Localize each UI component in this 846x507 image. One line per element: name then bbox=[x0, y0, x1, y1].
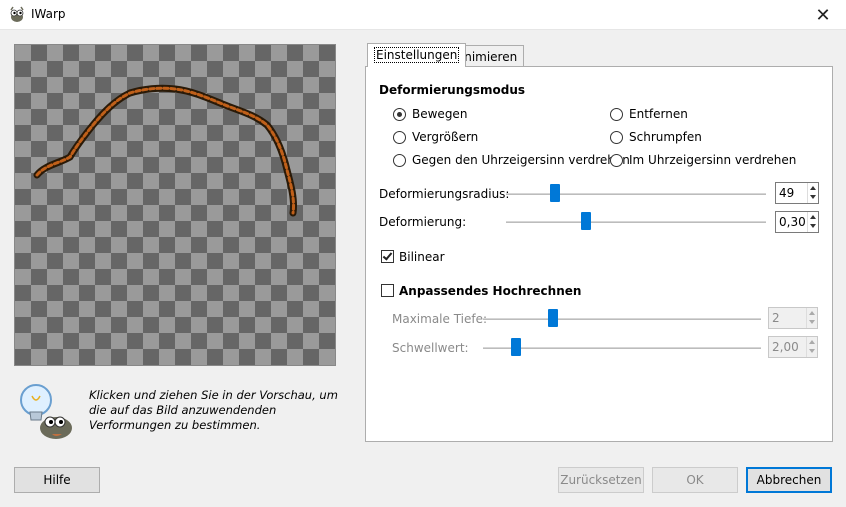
max-depth-slider-track[interactable] bbox=[483, 318, 761, 320]
radio-indicator[interactable] bbox=[393, 153, 406, 167]
max-depth-spinbox[interactable]: 2 bbox=[768, 307, 818, 329]
threshold-label: Schwellwert: bbox=[392, 341, 469, 355]
supersample-checkbox[interactable] bbox=[381, 284, 394, 297]
bilinear-label: Bilinear bbox=[399, 250, 445, 264]
spin-down-icon[interactable] bbox=[809, 320, 815, 324]
spin-up-icon[interactable] bbox=[809, 340, 815, 344]
radio-label: Schrumpfen bbox=[629, 130, 702, 144]
close-button[interactable]: ✕ bbox=[800, 0, 846, 30]
spin-up-icon[interactable] bbox=[809, 311, 815, 315]
radio-indicator[interactable] bbox=[610, 107, 623, 121]
radio-vergroessern[interactable]: Vergrößern bbox=[393, 130, 478, 144]
radio-indicator[interactable] bbox=[610, 130, 623, 144]
radio-indicator[interactable] bbox=[393, 107, 406, 121]
threshold-spinbox[interactable]: 2,00 bbox=[768, 336, 818, 358]
spin-down-icon[interactable] bbox=[810, 224, 816, 228]
reset-button-label: Zurücksetzen bbox=[560, 473, 642, 487]
amount-spinbox[interactable]: 0,30 bbox=[775, 211, 819, 233]
spin-down-icon[interactable] bbox=[809, 349, 815, 353]
reset-button[interactable]: Zurücksetzen bbox=[558, 467, 644, 493]
radius-label: Deformierungsradius: bbox=[379, 187, 510, 201]
radio-bewegen[interactable]: Bewegen bbox=[393, 107, 467, 121]
radio-label: Vergrößern bbox=[412, 130, 479, 144]
spin-down-icon[interactable] bbox=[810, 195, 816, 199]
bilinear-checkbox[interactable] bbox=[381, 250, 394, 263]
supersample-label: Anpassendes Hochrechnen bbox=[399, 284, 582, 298]
tab-einstellungen[interactable]: Einstellungen bbox=[367, 43, 467, 67]
radius-slider-thumb[interactable] bbox=[550, 184, 560, 202]
mode-title: Deformierungsmodus bbox=[379, 83, 525, 97]
threshold-spin-arrows[interactable] bbox=[806, 337, 817, 357]
hint-text: Klicken und ziehen Sie in der Vorschau, … bbox=[89, 388, 338, 432]
amount-value: 0,30 bbox=[779, 215, 806, 229]
amount-label: Deformierung: bbox=[379, 215, 467, 229]
spin-up-icon[interactable] bbox=[810, 215, 816, 219]
radio-label: Im Uhrzeigersinn verdrehen bbox=[629, 153, 797, 167]
radio-label: Gegen den Uhrzeigersinn verdrehen bbox=[412, 153, 630, 167]
radius-value: 49 bbox=[779, 186, 795, 200]
threshold-slider-track[interactable] bbox=[483, 347, 761, 349]
radio-indicator[interactable] bbox=[393, 130, 406, 144]
title-bar: IWarp ✕ bbox=[0, 0, 846, 30]
radio-schrumpfen[interactable]: Schrumpfen bbox=[610, 130, 702, 144]
close-icon: ✕ bbox=[815, 4, 831, 26]
radius-spin-arrows[interactable] bbox=[807, 183, 818, 203]
radius-spinbox[interactable]: 49 bbox=[775, 182, 819, 204]
lightbulb-icon bbox=[20, 384, 72, 439]
radio-cw[interactable]: Im Uhrzeigersinn verdrehen bbox=[610, 153, 796, 167]
help-button-label: Hilfe bbox=[43, 473, 71, 487]
radio-label: Entfernen bbox=[629, 107, 688, 121]
cancel-button-label: Abbrechen bbox=[756, 473, 822, 487]
ok-button[interactable]: OK bbox=[652, 467, 738, 493]
radio-entfernen[interactable]: Entfernen bbox=[610, 107, 688, 121]
threshold-slider-thumb[interactable] bbox=[511, 338, 521, 356]
amount-slider-track[interactable] bbox=[506, 221, 766, 223]
max-depth-slider-thumb[interactable] bbox=[548, 309, 558, 327]
tab-label: Einstellungen bbox=[374, 47, 460, 63]
ok-button-label: OK bbox=[686, 473, 704, 487]
radio-ccw[interactable]: Gegen den Uhrzeigersinn verdrehen bbox=[393, 153, 630, 167]
radio-indicator[interactable] bbox=[610, 153, 623, 167]
max-depth-label: Maximale Tiefe: bbox=[392, 312, 488, 326]
warp-preview[interactable] bbox=[14, 44, 336, 366]
preview-stroke bbox=[33, 84, 297, 217]
amount-spin-arrows[interactable] bbox=[807, 212, 818, 232]
help-button[interactable]: Hilfe bbox=[14, 467, 100, 493]
radio-label: Bewegen bbox=[412, 107, 468, 121]
gimp-app-icon bbox=[10, 6, 24, 22]
spin-up-icon[interactable] bbox=[810, 186, 816, 190]
max-depth-spin-arrows[interactable] bbox=[806, 308, 817, 328]
amount-slider-thumb[interactable] bbox=[581, 212, 591, 230]
threshold-value: 2,00 bbox=[772, 340, 799, 354]
radius-slider-track[interactable] bbox=[506, 193, 766, 195]
cancel-button[interactable]: Abbrechen bbox=[746, 467, 832, 493]
checkmark-icon bbox=[382, 250, 393, 261]
window-title: IWarp bbox=[31, 7, 66, 21]
max-depth-value: 2 bbox=[772, 311, 780, 325]
